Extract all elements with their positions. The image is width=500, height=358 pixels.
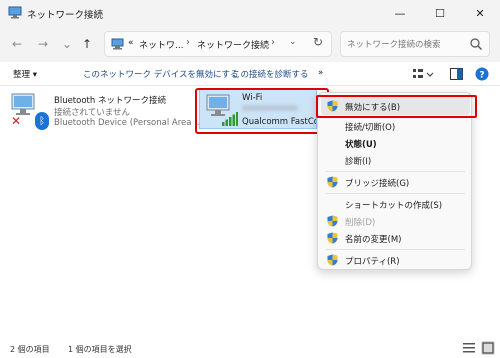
back-arrow-icon: ← xyxy=(11,37,23,51)
uac-shield-icon xyxy=(327,176,338,188)
more-commands-chevron[interactable]: » xyxy=(318,68,323,78)
refresh-icon[interactable]: ↻ xyxy=(313,35,323,49)
maximize-button[interactable]: ☐ xyxy=(420,0,460,26)
menu-item-rename[interactable]: 名前の変更(M) xyxy=(321,229,470,247)
minimize-button[interactable]: — xyxy=(380,0,420,26)
forward-button[interactable]: → xyxy=(34,35,52,53)
menu-item-delete: 削除(D) xyxy=(321,212,470,230)
disconnected-x-icon: ✕ xyxy=(11,114,22,128)
menu-separator xyxy=(326,171,465,172)
up-button[interactable]: ↑ xyxy=(78,35,96,53)
connection-name: Bluetooth ネットワーク接続 xyxy=(54,96,166,106)
context-menu: 無効にする(B) 接続/切断(O) 状態(U) 診断(I) ブリッジ接続(G) … xyxy=(317,92,472,270)
menu-item-label: プロパティ(R) xyxy=(345,257,400,267)
menu-item-properties[interactable]: プロパティ(R) xyxy=(321,251,470,269)
menu-item-label: 診断(I) xyxy=(345,157,372,167)
command-bar: 整理 ▾ このネットワーク デバイスを無効にする この接続を診断する » ? xyxy=(0,62,500,86)
change-view-button[interactable] xyxy=(410,66,436,82)
menu-item-diagnose[interactable]: 診断(I) xyxy=(321,151,470,169)
details-view-button[interactable] xyxy=(462,341,476,355)
menu-item-connect-disconnect[interactable]: 接続/切断(O) xyxy=(321,117,470,135)
breadcrumb-separator[interactable]: › xyxy=(271,37,275,48)
bluetooth-icon: ᛒ xyxy=(35,112,49,130)
disable-highlight-frame xyxy=(316,95,477,118)
network-connections-icon xyxy=(8,6,22,19)
search-box[interactable] xyxy=(340,31,490,57)
close-icon: ✕ xyxy=(475,6,485,20)
connection-item-bluetooth[interactable]: ✕ ᛒ Bluetooth ネットワーク接続 接続されていません Bluetoo… xyxy=(8,90,202,134)
status-bar: 2 個の項目 1 個の項目を選択 xyxy=(0,338,500,358)
diagnose-command[interactable]: この接続を診断する xyxy=(232,68,309,80)
connection-device: Bluetooth Device (Personal Area ... xyxy=(54,118,203,128)
breadcrumb-separator[interactable]: › xyxy=(186,37,190,48)
back-button[interactable]: ← xyxy=(8,35,26,53)
connection-status: 接続されていません xyxy=(54,108,130,118)
menu-item-label: 接続/切断(O) xyxy=(345,123,396,133)
window-title: ネットワーク接続 xyxy=(27,10,104,21)
selection-count: 1 個の項目を選択 xyxy=(68,345,132,354)
preview-pane-button[interactable] xyxy=(448,66,464,82)
organize-menu[interactable]: 整理 ▾ xyxy=(13,68,37,80)
preview-pane-icon xyxy=(449,68,463,80)
disable-device-command[interactable]: このネットワーク デバイスを無効にする xyxy=(83,68,239,80)
details-view-icon xyxy=(463,343,475,353)
uac-shield-icon xyxy=(327,215,338,227)
address-box[interactable]: « ネットワ... › ネットワーク接続 › ⌄ ↻ xyxy=(104,31,332,57)
uac-shield-icon xyxy=(327,254,338,266)
search-icon[interactable] xyxy=(469,37,483,51)
up-arrow-icon: ↑ xyxy=(81,37,93,51)
close-button[interactable]: ✕ xyxy=(460,0,500,26)
menu-item-create-shortcut[interactable]: ショートカットの作成(S) xyxy=(321,195,470,213)
menu-item-label: ブリッジ接続(G) xyxy=(345,179,410,189)
item-count: 2 個の項目 xyxy=(10,345,50,354)
recent-locations-button[interactable]: ⌄ xyxy=(58,35,76,53)
menu-item-label: 削除(D) xyxy=(345,218,376,228)
breadcrumb-network-connections[interactable]: ネットワーク接続 xyxy=(197,38,269,51)
search-input[interactable] xyxy=(347,37,465,52)
large-icons-view-button[interactable] xyxy=(481,341,495,355)
menu-item-status[interactable]: 状態(U) xyxy=(321,134,470,152)
view-options-icon xyxy=(413,69,434,78)
menu-item-label: 名前の変更(M) xyxy=(345,235,402,245)
maximize-icon: ☐ xyxy=(435,6,445,20)
navigation-bar: ← → ⌄ ↑ « ネットワ... › ネットワーク接続 › ⌄ ↻ xyxy=(0,26,500,62)
menu-item-label: ショートカットの作成(S) xyxy=(345,201,443,211)
forward-arrow-icon: → xyxy=(37,37,49,51)
menu-item-bridge[interactable]: ブリッジ接続(G) xyxy=(321,173,470,191)
large-icons-view-icon xyxy=(482,342,494,354)
breadcrumb-network[interactable]: ネットワ... xyxy=(139,38,184,51)
menu-separator xyxy=(326,193,465,194)
uac-shield-icon xyxy=(327,232,338,244)
title-bar: ネットワーク接続 — ☐ ✕ xyxy=(0,0,500,26)
minimize-icon: — xyxy=(394,6,406,20)
chevron-down-icon: ⌄ xyxy=(61,37,73,51)
help-button[interactable]: ? xyxy=(474,66,490,82)
menu-item-label: 状態(U) xyxy=(345,140,377,150)
help-icon: ? xyxy=(475,67,489,81)
svg-text:?: ? xyxy=(479,71,484,81)
wifi-highlight-frame xyxy=(195,88,329,134)
menu-separator xyxy=(326,249,465,250)
address-history-dropdown[interactable]: ⌄ xyxy=(289,37,297,47)
control-panel-icon xyxy=(111,38,124,50)
address-overflow[interactable]: « xyxy=(128,38,134,48)
